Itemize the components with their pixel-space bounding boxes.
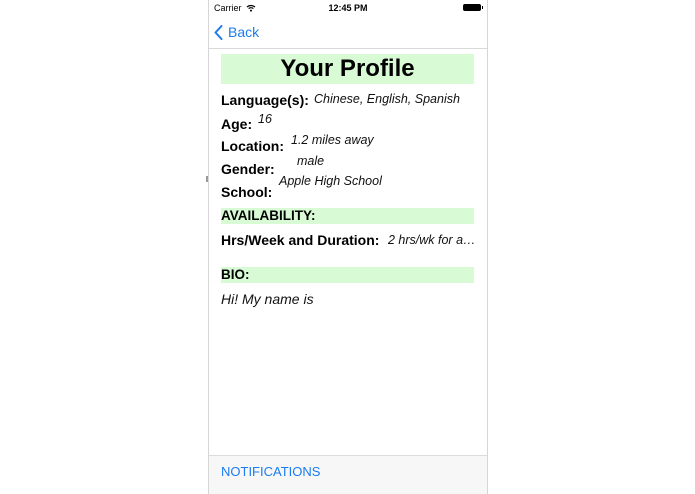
gender-value: male	[297, 154, 325, 168]
bottom-bar: NOTIFICATIONS	[209, 455, 487, 494]
language-value: Chinese, English, Spanish	[314, 92, 460, 106]
profile-content: Your Profile Language(s): Chinese, Engli…	[221, 54, 476, 307]
language-label: Language(s):	[221, 92, 309, 108]
notifications-button[interactable]: NOTIFICATIONS	[221, 464, 320, 479]
location-label: Location:	[221, 138, 284, 154]
back-label: Back	[228, 24, 260, 40]
back-button[interactable]: Back	[214, 22, 259, 42]
location-value: 1.2 miles away	[291, 133, 374, 147]
status-time: 12:45 PM	[328, 3, 368, 13]
battery-icon	[463, 4, 483, 11]
availability-header: AVAILABILITY:	[221, 208, 474, 224]
status-bar: Carrier 12:45 PM	[209, 0, 487, 16]
hours-value: 2 hrs/wk for a…	[388, 233, 476, 247]
chevron-left-icon	[214, 24, 223, 40]
age-value: 16	[258, 112, 272, 126]
bio-text: Hi! My name is	[221, 291, 314, 307]
phone-screen: Carrier 12:45 PM Back Your Profile Langu…	[208, 0, 488, 494]
school-value: Apple High School	[279, 174, 382, 188]
bio-header: BIO:	[221, 267, 474, 283]
gender-label: Gender:	[221, 161, 275, 177]
navigation-bar: Back	[209, 16, 487, 49]
school-label: School:	[221, 184, 273, 200]
age-label: Age:	[221, 116, 253, 132]
page-title: Your Profile	[221, 54, 474, 84]
hours-label: Hrs/Week and Duration:	[221, 232, 380, 248]
